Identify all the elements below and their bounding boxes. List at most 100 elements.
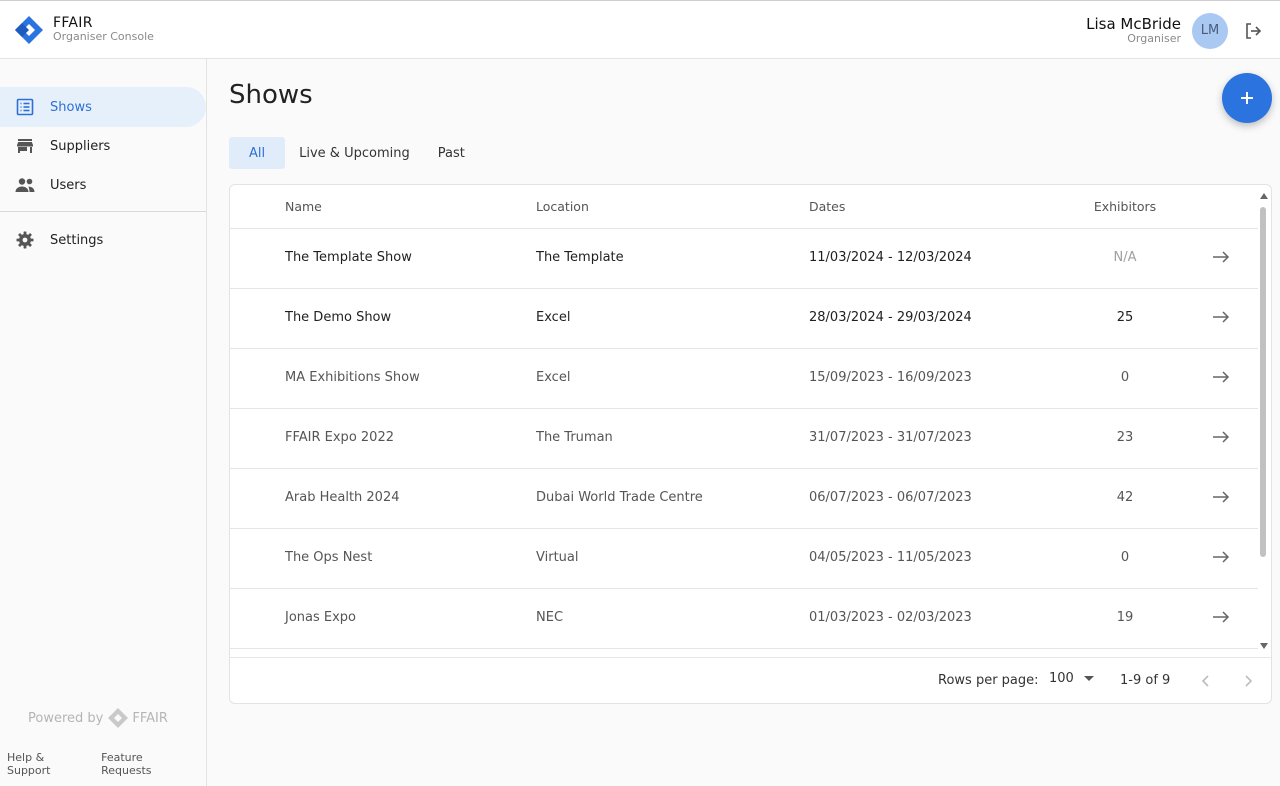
logout-button[interactable] [1242,20,1264,42]
show-exhibitors: N/A [1113,250,1137,265]
logout-icon [1246,22,1262,39]
column-header-exhibitors[interactable]: Exhibitors [1085,199,1165,214]
rows-per-page-value: 100 [1049,671,1074,686]
table-row[interactable]: Arab Health 2024 Dubai World Trade Centr… [230,469,1258,529]
show-dates: 01/03/2023 - 02/03/2023 [809,610,972,625]
tab-live-upcoming[interactable]: Live & Upcoming [285,137,424,169]
sidebar-item-label: Suppliers [50,138,111,154]
app-subtitle: Organiser Console [53,30,154,44]
powered-by-brand: FFAIR [132,710,168,726]
powered-by-label: Powered by [28,710,104,726]
arrow-right-icon[interactable] [1211,489,1231,505]
show-exhibitors: 23 [1116,430,1134,445]
table-row[interactable]: MA Exhibitions Show Excel 15/09/2023 - 1… [230,349,1258,409]
table-scrollbar[interactable] [1257,189,1269,653]
sidebar-item-shows[interactable]: Shows [0,87,206,127]
show-name: The Ops Nest [285,550,373,565]
app-name: FFAIR [53,14,93,31]
arrow-right-icon[interactable] [1211,249,1231,265]
show-exhibitors: 19 [1116,610,1134,625]
show-name: MA Exhibitions Show [285,370,420,385]
show-name: Jonas Expo [285,610,357,625]
show-name: The Demo Show [285,310,392,325]
arrow-right-icon[interactable] [1211,309,1231,325]
arrow-right-icon[interactable] [1211,429,1231,445]
user-name: Lisa McBride [1086,15,1181,34]
scroll-down-arrow-icon[interactable] [1260,643,1268,649]
column-header-dates[interactable]: Dates [809,199,845,214]
show-location: The Truman [536,430,613,445]
shows-table: Name Location Dates Exhibitors The Templ… [229,184,1272,704]
show-dates: 11/03/2024 - 12/03/2024 [809,250,972,265]
show-location: Dubai World Trade Centre [536,490,703,505]
pagination-range: 1-9 of 9 [1120,673,1171,688]
show-dates: 15/09/2023 - 16/09/2023 [809,370,972,385]
scrollbar-thumb[interactable] [1260,207,1266,557]
chevron-left-icon [1201,675,1209,687]
plus-icon [1241,92,1253,104]
show-exhibitors: 25 [1116,310,1134,325]
sidebar-item-settings[interactable]: Settings [0,220,206,260]
tab-all[interactable]: All [229,137,286,169]
table-pagination: Rows per page: 100 1-9 of 9 [230,657,1271,703]
feature-requests-link[interactable]: Feature Requests [101,751,192,777]
sidebar-item-suppliers[interactable]: Suppliers [0,126,206,166]
show-dates: 06/07/2023 - 06/07/2023 [809,490,972,505]
arrow-right-icon[interactable] [1211,549,1231,565]
table-row[interactable]: The Ops Nest Virtual 04/05/2023 - 11/05/… [230,529,1258,589]
user-role: Organiser [1127,31,1181,45]
list-icon [15,97,35,117]
table-row[interactable]: FFAIR Expo 2022 The Truman 31/07/2023 - … [230,409,1258,469]
show-location: NEC [536,610,564,625]
brand[interactable]: FFAIR Organiser Console [13,14,154,46]
show-exhibitors: 42 [1116,490,1134,505]
next-page-button[interactable] [1237,670,1259,692]
show-dates: 28/03/2024 - 29/03/2024 [809,310,972,325]
table-body: The Template Show The Template 11/03/202… [230,229,1258,657]
top-bar: FFAIR Organiser Console Lisa McBride Org… [0,0,1280,59]
user-menu: Lisa McBride Organiser LM [1086,1,1280,60]
show-exhibitors: 0 [1120,370,1130,385]
sidebar-item-label: Shows [50,99,92,115]
chevron-right-icon [1245,675,1253,687]
sidebar-item-label: Settings [50,232,104,248]
people-icon [15,175,35,195]
page-title: Shows [229,80,313,110]
rows-per-page-select[interactable]: 100 [1049,671,1094,686]
sidebar: Shows Suppliers Users Settings Powered b… [0,59,207,786]
tab-past[interactable]: Past [424,137,479,169]
table-header: Name Location Dates Exhibitors [230,185,1258,229]
arrow-right-icon[interactable] [1211,369,1231,385]
powered-by: Powered by FFAIR [28,707,168,729]
sidebar-divider [0,211,206,212]
show-exhibitors: 0 [1120,550,1130,565]
show-dates: 04/05/2023 - 11/05/2023 [809,550,972,565]
rows-per-page-label: Rows per page: [938,673,1039,688]
previous-page-button[interactable] [1195,670,1217,692]
table-row[interactable]: The Template Show The Template 11/03/202… [230,229,1258,289]
avatar[interactable]: LM [1192,12,1228,49]
gear-icon [15,230,35,250]
show-location: The Template [536,250,624,265]
arrow-right-icon[interactable] [1211,609,1231,625]
add-show-button[interactable] [1222,73,1272,123]
sidebar-item-label: Users [50,177,87,193]
show-name: FFAIR Expo 2022 [285,430,394,445]
column-header-location[interactable]: Location [536,199,589,214]
footer-links: Help & Support Feature Requests [7,751,206,777]
show-name: The Template Show [285,250,412,265]
column-header-name[interactable]: Name [285,199,322,214]
show-location: Excel [536,370,571,385]
show-filter-tabs: All Live & Upcoming Past [229,137,479,169]
store-icon [15,136,35,156]
show-location: Excel [536,310,571,325]
table-row[interactable]: The Demo Show Excel 28/03/2024 - 29/03/2… [230,289,1258,349]
caret-down-icon [1083,676,1094,681]
show-dates: 31/07/2023 - 31/07/2023 [809,430,972,445]
show-location: Virtual [536,550,579,565]
table-row[interactable]: Jonas Expo NEC 01/03/2023 - 02/03/2023 1… [230,589,1258,649]
show-name: Arab Health 2024 [285,490,400,505]
help-support-link[interactable]: Help & Support [7,751,87,777]
scroll-up-arrow-icon[interactable] [1260,193,1268,199]
sidebar-item-users[interactable]: Users [0,165,206,205]
